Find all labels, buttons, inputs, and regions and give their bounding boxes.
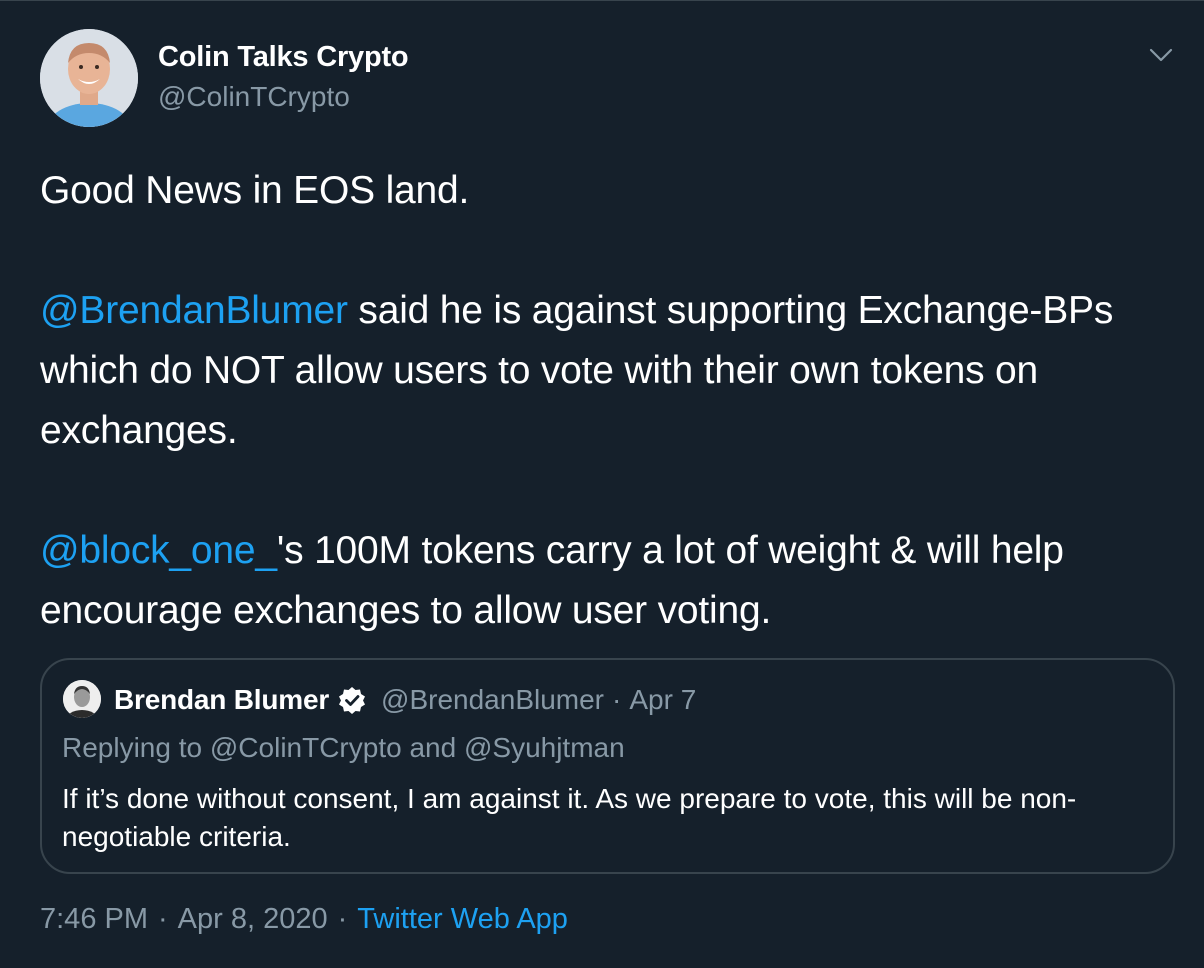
tweet-meta: 7:46 PM · Apr 8, 2020 · Twitter Web App xyxy=(40,903,568,936)
reply-and: and xyxy=(401,732,464,763)
tweet-line-1: Good News in EOS land. xyxy=(40,169,470,212)
quoted-author-name: Brendan Blumer xyxy=(114,684,330,715)
tweet-text: Good News in EOS land. @BrendanBlumer sa… xyxy=(40,161,1160,641)
mention-brendanblumer[interactable]: @BrendanBlumer xyxy=(40,289,348,332)
meta-separator: · xyxy=(158,903,168,935)
author-handle[interactable]: @ColinTCrypto xyxy=(158,81,350,113)
quoted-tweet-text: If it’s done without consent, I am again… xyxy=(62,783,1077,852)
reply-mention-syuhjtman: @Syuhjtman xyxy=(463,732,625,763)
replying-to: Replying to @ColinTCrypto and @Syuhjtman xyxy=(62,732,625,764)
tweet-source-link[interactable]: Twitter Web App xyxy=(357,903,568,935)
tweet-card: Colin Talks Crypto @ColinTCrypto Good Ne… xyxy=(0,0,1204,968)
verified-badge-icon xyxy=(337,685,367,715)
author-name[interactable]: Colin Talks Crypto xyxy=(158,41,409,74)
quoted-header: Brendan Blumer @BrendanBlumer · Apr 7 xyxy=(114,682,696,718)
quoted-author-avatar xyxy=(63,680,101,718)
meta-separator-2: · xyxy=(337,903,348,935)
quoted-author-handle: @BrendanBlumer xyxy=(381,684,605,715)
quoted-date: Apr 7 xyxy=(629,684,697,715)
tweet-date[interactable]: Apr 8, 2020 xyxy=(178,903,328,935)
quoted-avatar-image xyxy=(63,680,101,718)
quoted-tweet[interactable]: Brendan Blumer @BrendanBlumer · Apr 7 Re… xyxy=(40,658,1175,874)
reply-prefix: Replying to xyxy=(62,732,210,763)
avatar-image xyxy=(40,29,138,127)
author-avatar[interactable] xyxy=(40,29,138,127)
mention-block-one[interactable]: @block_one_ xyxy=(40,529,277,572)
reply-mention-colintcrypto: @ColinTCrypto xyxy=(209,732,402,763)
chevron-down-icon[interactable] xyxy=(1146,41,1176,69)
quoted-separator: · xyxy=(612,684,622,715)
tweet-time[interactable]: 7:46 PM xyxy=(40,903,148,935)
